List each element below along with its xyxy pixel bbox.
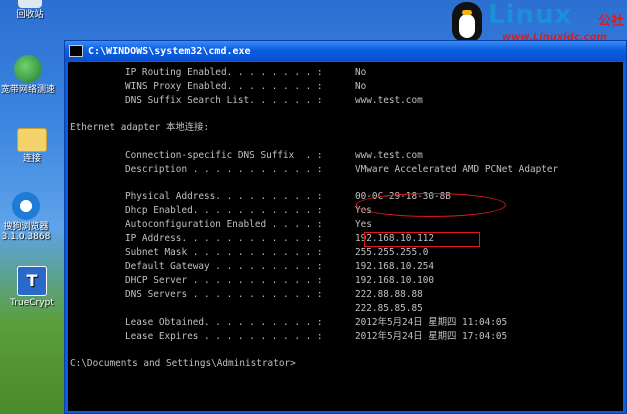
highlight-box-ip xyxy=(364,232,480,247)
cmd-app-icon[interactable] xyxy=(69,45,83,57)
browser-icon xyxy=(12,192,40,220)
desktop-icon-label: 宽带网络测速 xyxy=(0,85,55,95)
desktop-icon-truecrypt[interactable]: T TrueCrypt xyxy=(2,266,62,308)
highlight-oval-mac xyxy=(356,193,506,217)
console-line: Subnet Mask . . . . . . . . . . . :255.2… xyxy=(125,247,429,258)
console-line: Description . . . . . . . . . . . : VMwar… xyxy=(125,164,559,175)
desktop-icon-label: 连接 xyxy=(22,154,41,164)
console-line: Default Gateway . . . . . . . . . :192.1… xyxy=(125,261,435,272)
adapter-header: Ethernet adapter 本地连接: xyxy=(70,122,210,133)
console-line: Dhcp Enabled. . . . . . . . . . . : Yes xyxy=(125,205,372,216)
desktop-icon-connection[interactable]: 连接 xyxy=(2,128,62,164)
command-prompt: C:\Documents and Settings\Administrator> xyxy=(70,358,296,369)
console-output[interactable]: IP Routing Enabled. . . . . . . . : No WI… xyxy=(68,62,623,411)
desktop-icon-label: 回收站 xyxy=(16,10,44,20)
window-titlebar[interactable]: C:\WINDOWS\system32\cmd.exe xyxy=(65,41,626,61)
desktop-icon-label: 搜狗浏览器 3.1.0.3868 xyxy=(1,222,51,242)
console-line: DHCP Server . . . . . . . . . . . :192.1… xyxy=(125,275,435,286)
window-title: C:\WINDOWS\system32\cmd.exe xyxy=(88,45,251,57)
desktop-icon-recycle-bin[interactable]: 回收站 xyxy=(0,0,60,20)
console-line: Lease Expires . . . . . . . . . . :2012年… xyxy=(125,331,508,342)
console-line: 222.85.85.85 xyxy=(355,303,423,314)
console-line: Lease Obtained. . . . . . . . . . :2012年… xyxy=(125,317,508,328)
console-line: DNS Servers . . . . . . . . . . . :222.8… xyxy=(125,289,423,300)
desktop-icon-sogou-browser[interactable]: 搜狗浏览器 3.1.0.3868 xyxy=(0,192,56,242)
desktop-icon-label: TrueCrypt xyxy=(10,298,54,308)
folder-icon xyxy=(17,128,47,152)
desktop-icon-speed-test[interactable]: 宽带网络测速 xyxy=(0,55,58,95)
console-line: WINS Proxy Enabled. . . . . . . . : No xyxy=(125,81,367,92)
console-line: Autoconfiguration Enabled . . . . : Yes xyxy=(125,219,372,230)
logo-brand-cn: 公社 xyxy=(598,14,625,29)
truecrypt-icon: T xyxy=(17,266,47,296)
recycle-bin-icon xyxy=(18,0,42,8)
console-line: IP Routing Enabled. . . . . . . . : No xyxy=(125,67,367,78)
logo-brand: Linux xyxy=(488,0,573,30)
network-globe-icon xyxy=(14,55,42,83)
console-line: Connection-specific DNS Suffix . : www.te… xyxy=(125,150,423,161)
cmd-window[interactable]: C:\WINDOWS\system32\cmd.exe IP Routing E… xyxy=(64,40,627,414)
console-line: DNS Suffix Search List. . . . . . : www.t… xyxy=(125,95,423,106)
